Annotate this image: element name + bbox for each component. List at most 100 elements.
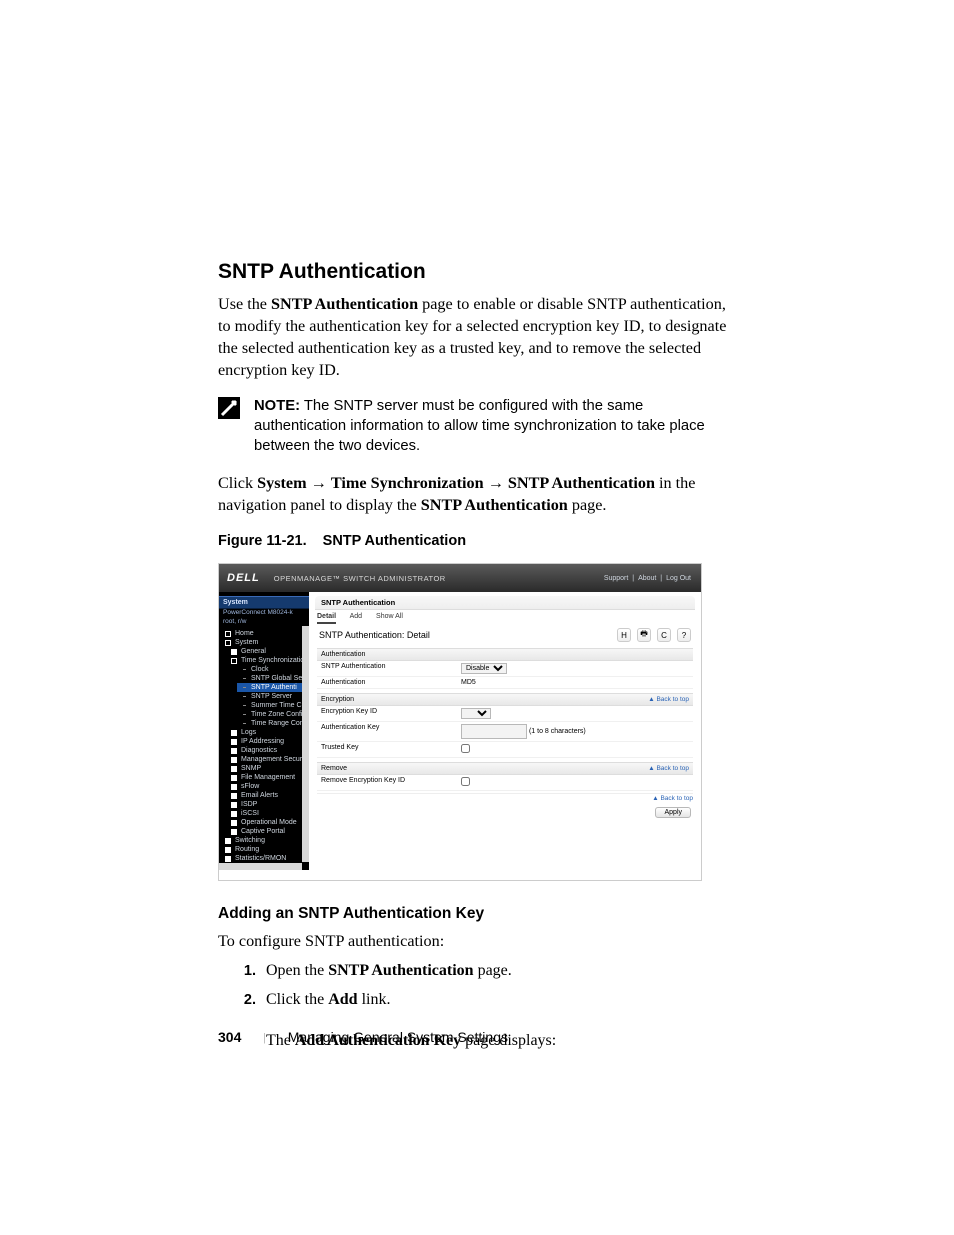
text: Click the bbox=[266, 991, 328, 1008]
tree-item[interactable]: File Management bbox=[231, 773, 309, 782]
tree-item[interactable]: Switching bbox=[225, 836, 309, 845]
step-1: Open the SNTP Authentication page. bbox=[260, 959, 734, 984]
tree-item[interactable]: Email Alerts bbox=[231, 791, 309, 800]
trusted-key-check[interactable] bbox=[461, 744, 470, 753]
nav-tree[interactable]: System PowerConnect M8024-k root, r/w Ho… bbox=[219, 592, 309, 870]
lbl-auth-key: Authentication Key bbox=[321, 724, 461, 739]
tree-item[interactable]: sFlow bbox=[231, 782, 309, 791]
nav-sntp: SNTP Authentication bbox=[508, 474, 655, 492]
product-name: OPENMANAGE™ SWITCH ADMINISTRATOR bbox=[274, 574, 446, 583]
tree-item[interactable]: Time Synchronization bbox=[231, 656, 309, 665]
remove-key-check[interactable] bbox=[461, 777, 470, 786]
tree-item[interactable]: System bbox=[225, 638, 309, 647]
section-heading: SNTP Authentication bbox=[218, 260, 734, 284]
intro-paragraph: Use the SNTP Authentication page to enab… bbox=[218, 294, 734, 381]
link-ref: Add bbox=[328, 991, 357, 1008]
breadcrumb: SNTP Authentication bbox=[315, 596, 695, 610]
tree-item[interactable]: Time Range Con bbox=[237, 719, 309, 728]
procedure-list: Open the SNTP Authentication page. Click… bbox=[218, 959, 734, 1013]
page-ref: SNTP Authentication bbox=[328, 962, 473, 979]
nav-model: PowerConnect M8024-k bbox=[219, 609, 309, 618]
text: page. bbox=[474, 962, 512, 979]
screenshot: DELL OPENMANAGE™ SWITCH ADMINISTRATOR Su… bbox=[218, 563, 702, 881]
note-block: NOTE: The SNTP server must be configured… bbox=[218, 397, 734, 457]
nav-system: System bbox=[257, 474, 306, 492]
tree-item[interactable]: SNTP Global Se bbox=[237, 674, 309, 683]
apply-button[interactable]: Apply bbox=[655, 807, 691, 818]
nav-instruction: Click System → Time Synchronization → SN… bbox=[218, 473, 734, 517]
tree-item[interactable]: Statistics/RMON bbox=[225, 854, 309, 863]
section-remove: Remove bbox=[321, 765, 347, 772]
back-to-top-link[interactable]: ▲ Back to top bbox=[648, 765, 689, 772]
figure-number: Figure 11-21. bbox=[218, 533, 307, 549]
step-2: Click the Add link. bbox=[260, 988, 734, 1013]
back-to-top-link[interactable]: ▲ Back to top bbox=[648, 696, 689, 703]
text: page. bbox=[568, 496, 607, 514]
enc-key-id-select[interactable] bbox=[461, 708, 491, 719]
tree-item[interactable]: ISDP bbox=[231, 800, 309, 809]
figure-title: SNTP Authentication bbox=[323, 533, 466, 549]
arrow-icon: → bbox=[484, 474, 508, 492]
tree-item[interactable]: Management Security bbox=[231, 755, 309, 764]
tab-add[interactable]: Add bbox=[350, 613, 362, 620]
sub-intro: To configure SNTP authentication: bbox=[218, 931, 734, 953]
tree-item[interactable]: Logs bbox=[231, 728, 309, 737]
tree-item[interactable]: Captive Portal bbox=[231, 827, 309, 836]
support-link[interactable]: Support bbox=[602, 575, 631, 582]
tree-item[interactable]: Clock bbox=[237, 665, 309, 674]
note-text: NOTE: The SNTP server must be configured… bbox=[254, 397, 734, 457]
footer-separator: | bbox=[263, 1030, 265, 1045]
lbl-enc-key-id: Encryption Key ID bbox=[321, 708, 461, 719]
auth-key-input[interactable] bbox=[461, 724, 527, 739]
nav-header: System bbox=[219, 596, 309, 609]
subsection-heading: Adding an SNTP Authentication Key bbox=[218, 905, 734, 923]
chapter-title: Managing General System Settings bbox=[288, 1029, 508, 1045]
lbl-remove-key: Remove Encryption Key ID bbox=[321, 777, 461, 788]
help-icon[interactable]: ? bbox=[677, 628, 691, 642]
main-panel: SNTP Authentication Detail Add Show All … bbox=[309, 592, 701, 870]
app-topbar: DELL OPENMANAGE™ SWITCH ADMINISTRATOR Su… bbox=[219, 564, 701, 592]
tree-item[interactable]: General bbox=[231, 647, 309, 656]
auth-key-hint: (1 to 8 characters) bbox=[529, 728, 586, 735]
scrollbar-v[interactable] bbox=[302, 626, 309, 862]
text: The SNTP server must be configured with … bbox=[254, 398, 705, 454]
sntp-auth-select[interactable]: Disable bbox=[461, 663, 507, 674]
tree-item[interactable]: Diagnostics bbox=[231, 746, 309, 755]
tree-item[interactable]: iSCSI bbox=[231, 809, 309, 818]
val-auth: MD5 bbox=[461, 679, 689, 686]
tree-item[interactable]: SNMP bbox=[231, 764, 309, 773]
note-icon bbox=[218, 397, 240, 419]
save-icon[interactable]: H bbox=[617, 628, 631, 642]
text: link. bbox=[358, 991, 391, 1008]
tree-item[interactable]: Summer Time C bbox=[237, 701, 309, 710]
tab-showall[interactable]: Show All bbox=[376, 613, 403, 620]
tree-item[interactable]: Operational Mode bbox=[231, 818, 309, 827]
note-label: NOTE: bbox=[254, 398, 300, 414]
tabs: Detail Add Show All bbox=[309, 610, 701, 620]
tree-item[interactable]: SNTP Server bbox=[237, 692, 309, 701]
tree-item[interactable]: Home bbox=[225, 629, 309, 638]
tree-item[interactable]: Routing bbox=[225, 845, 309, 854]
tree-item[interactable]: IP Addressing bbox=[231, 737, 309, 746]
scrollbar-h[interactable] bbox=[219, 863, 302, 870]
nav-user: root, r/w bbox=[219, 618, 309, 627]
arrow-icon: → bbox=[307, 474, 331, 492]
text: Click bbox=[218, 474, 257, 492]
section-encryption: Encryption bbox=[321, 696, 354, 703]
page-ref: SNTP Authentication bbox=[271, 295, 418, 313]
tree-item[interactable]: SNTP Authenti bbox=[237, 683, 309, 692]
text: Open the bbox=[266, 962, 328, 979]
print-icon[interactable]: 🖶 bbox=[637, 628, 651, 642]
logout-link[interactable]: Log Out bbox=[664, 575, 693, 582]
about-link[interactable]: About bbox=[636, 575, 658, 582]
dell-logo: DELL bbox=[227, 572, 260, 584]
refresh-icon[interactable]: C bbox=[657, 628, 671, 642]
text: Use the bbox=[218, 295, 271, 313]
nav-timesync: Time Synchronization bbox=[331, 474, 484, 492]
page-number: 304 bbox=[218, 1029, 241, 1045]
lbl-auth: Authentication bbox=[321, 679, 461, 686]
section-auth: Authentication bbox=[321, 651, 365, 658]
tree-item[interactable]: Time Zone Confi bbox=[237, 710, 309, 719]
back-to-top-link[interactable]: ▲ Back to top bbox=[652, 795, 693, 802]
lbl-sntp-auth: SNTP Authentication bbox=[321, 663, 461, 674]
